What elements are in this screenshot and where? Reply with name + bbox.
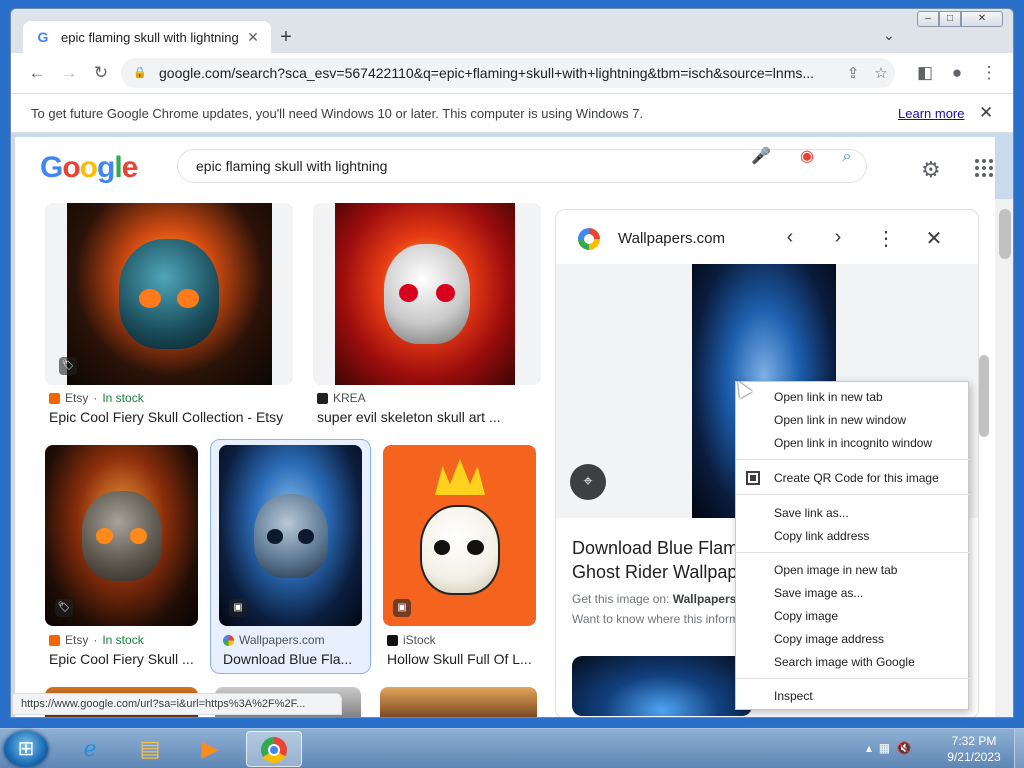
menu-copy-image[interactable]: Copy image (774, 609, 964, 623)
minimize-button[interactable]: – (917, 11, 939, 27)
qr-code-icon (746, 471, 760, 485)
microphone-icon[interactable]: 🎤 (751, 147, 771, 167)
menu-inspect[interactable]: Inspect (774, 689, 964, 703)
title-bar: G epic flaming skull with lightning ✕ + … (11, 9, 1013, 53)
google-logo[interactable]: Google (40, 151, 138, 185)
search-icon[interactable]: ⌕ (837, 147, 857, 167)
page-scrollbar-thumb[interactable] (999, 209, 1011, 259)
result-image-8[interactable] (380, 687, 537, 717)
menu-search-image-with-google[interactable]: Search image with Google (774, 655, 964, 669)
more-options-icon[interactable]: ⋮ (874, 226, 898, 251)
menu-separator (736, 494, 970, 495)
result-title[interactable]: Epic Cool Fiery Skull ... (49, 651, 199, 667)
settings-gear-icon[interactable]: ⚙ (921, 157, 941, 183)
next-chevron-icon[interactable]: › (826, 226, 850, 249)
result-source: Wallpapers.com (223, 633, 325, 647)
maximize-button[interactable]: □ (939, 11, 961, 27)
forward-arrow-icon[interactable]: → (57, 62, 81, 84)
windows-taskbar: ℯ ▤ ▶ ▴ ▦ 🔇 7:32 PM 9/21/2023 (0, 728, 1024, 768)
menu-open-link-incognito[interactable]: Open link in incognito window (774, 436, 964, 450)
system-tray-icons[interactable]: ▴ ▦ 🔇 (866, 741, 912, 755)
lock-icon[interactable]: 🔒 (133, 66, 147, 80)
side-panel-icon[interactable]: ◧ (913, 62, 937, 84)
panel-scrollbar[interactable] (979, 355, 989, 437)
chrome-taskbar-icon[interactable] (246, 731, 302, 767)
browser-toolbar: ← → ↻ 🔒 google.com/search?sca_esv=567422… (11, 53, 1013, 93)
result-image-1[interactable]: 🏷 (45, 203, 293, 385)
reload-icon[interactable]: ↻ (89, 62, 113, 84)
related-image[interactable] (572, 656, 752, 716)
google-apps-icon[interactable] (975, 159, 993, 177)
google-lens-icon[interactable]: ◉ (797, 147, 817, 167)
image-badge-icon: ▣ (229, 599, 247, 617)
close-window-button[interactable]: ✕ (961, 11, 1003, 27)
menu-separator (736, 678, 970, 679)
menu-separator (736, 459, 970, 460)
result-image-4[interactable]: ▣ (219, 445, 362, 626)
product-tag-icon: 🏷 (55, 599, 73, 617)
internet-explorer-icon[interactable]: ℯ (62, 731, 118, 767)
menu-save-link-as[interactable]: Save link as... (774, 506, 964, 520)
learn-more-link[interactable]: Learn more (898, 106, 964, 121)
result-title[interactable]: Download Blue Fla... (223, 651, 363, 667)
result-source: Etsy · In stock (49, 391, 144, 405)
media-player-icon[interactable]: ▶ (182, 731, 238, 767)
tab-close-icon[interactable]: ✕ (245, 29, 261, 46)
menu-open-link-new-tab[interactable]: Open link in new tab (774, 390, 964, 404)
status-bar-url: https://www.google.com/url?sa=i&url=http… (12, 693, 342, 715)
browser-tab[interactable]: G epic flaming skull with lightning ✕ (23, 21, 271, 53)
lightning-bolts (435, 459, 485, 495)
menu-copy-link-address[interactable]: Copy link address (774, 529, 964, 543)
update-infobar: To get future Google Chrome updates, you… (11, 93, 1013, 133)
file-explorer-icon[interactable]: ▤ (122, 731, 178, 767)
result-image-3[interactable]: 🏷 (45, 445, 198, 626)
menu-copy-image-address[interactable]: Copy image address (774, 632, 964, 646)
menu-open-image-new-tab[interactable]: Open image in new tab (774, 563, 964, 577)
result-title[interactable]: Hollow Skull Full Of L... (387, 651, 537, 667)
result-title[interactable]: Epic Cool Fiery Skull Collection - Etsy (49, 409, 299, 425)
address-bar[interactable]: 🔒 google.com/search?sca_esv=567422110&q=… (121, 58, 895, 88)
get-image-on: Get this image on: Wallpapers.co (572, 592, 752, 606)
start-button[interactable] (4, 731, 48, 767)
panel-title[interactable]: Download Blue Flamin Ghost Rider Wallpap… (572, 536, 752, 584)
image-info-text: Want to know where this informa (572, 612, 746, 626)
panel-site-name[interactable]: Wallpapers.com (618, 230, 725, 247)
share-icon[interactable]: ⇪ (839, 64, 867, 82)
new-tab-button[interactable]: + (275, 26, 297, 48)
back-arrow-icon[interactable]: ← (25, 62, 49, 84)
product-tag-icon: 🏷 (59, 357, 77, 375)
menu-save-image-as[interactable]: Save image as... (774, 586, 964, 600)
image-badge-icon: ▣ (393, 599, 411, 617)
result-image-2[interactable] (313, 203, 541, 385)
menu-separator (736, 552, 970, 553)
site-favicon-icon (578, 228, 600, 250)
result-source: KREA (317, 391, 366, 405)
menu-open-link-new-window[interactable]: Open link in new window (774, 413, 964, 427)
context-menu: Open link in new tab Open link in new wi… (735, 381, 970, 710)
previous-chevron-icon[interactable]: ‹ (778, 226, 802, 249)
infobar-message: To get future Google Chrome updates, you… (31, 106, 644, 121)
system-clock[interactable]: 7:32 PM 9/21/2023 (938, 733, 1010, 765)
show-desktop-button[interactable] (1014, 729, 1024, 768)
tab-title: epic flaming skull with lightning (61, 29, 239, 45)
page-scrollbar-track[interactable] (995, 199, 1013, 717)
result-source: iStock (387, 633, 436, 647)
result-source: Etsy · In stock (49, 633, 144, 647)
close-panel-icon[interactable]: ✕ (922, 226, 946, 251)
chrome-menu-icon[interactable]: ⋮ (977, 62, 1001, 84)
tab-search-chevron-icon[interactable]: ⌄ (883, 27, 895, 44)
profile-avatar-icon[interactable]: ● (945, 62, 969, 84)
url-text[interactable]: google.com/search?sca_esv=567422110&q=ep… (159, 65, 839, 81)
menu-create-qr-code[interactable]: Create QR Code for this image (774, 471, 964, 485)
lens-search-icon[interactable]: ⌖ (570, 464, 606, 500)
result-title[interactable]: super evil skeleton skull art ... (317, 409, 547, 425)
infobar-close-icon[interactable]: ✕ (979, 103, 993, 123)
result-image-5[interactable]: ▣ (383, 445, 536, 626)
google-g-icon: G (37, 29, 49, 45)
bookmark-star-icon[interactable]: ☆ (867, 64, 895, 82)
